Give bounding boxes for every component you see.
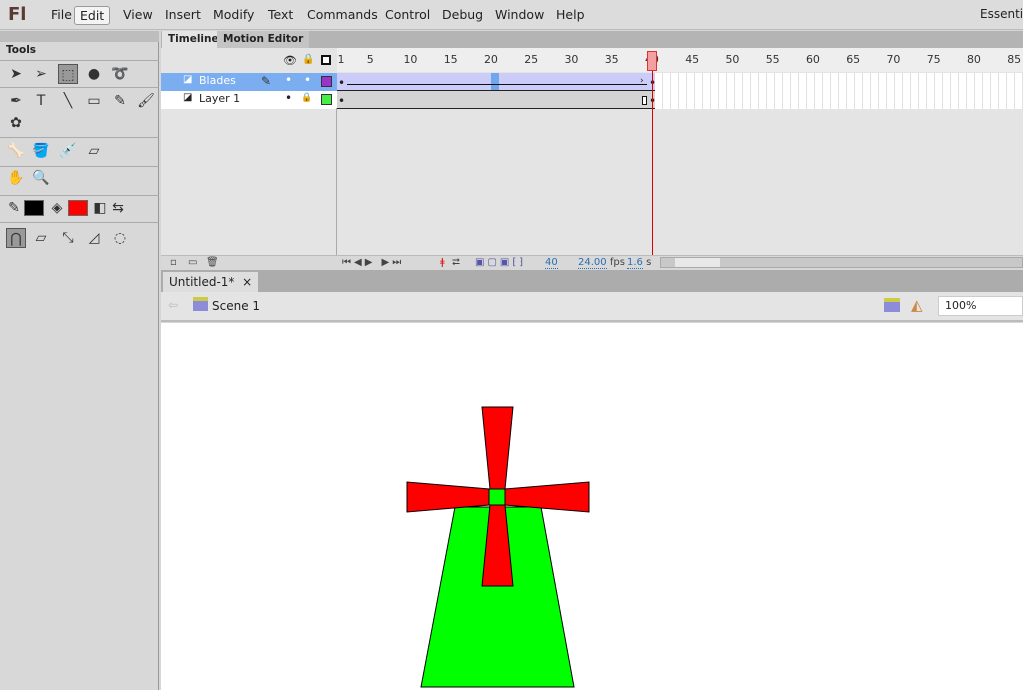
blade-top[interactable] [481,406,514,490]
stage-artwork [406,406,590,688]
blade-hub [488,488,506,506]
